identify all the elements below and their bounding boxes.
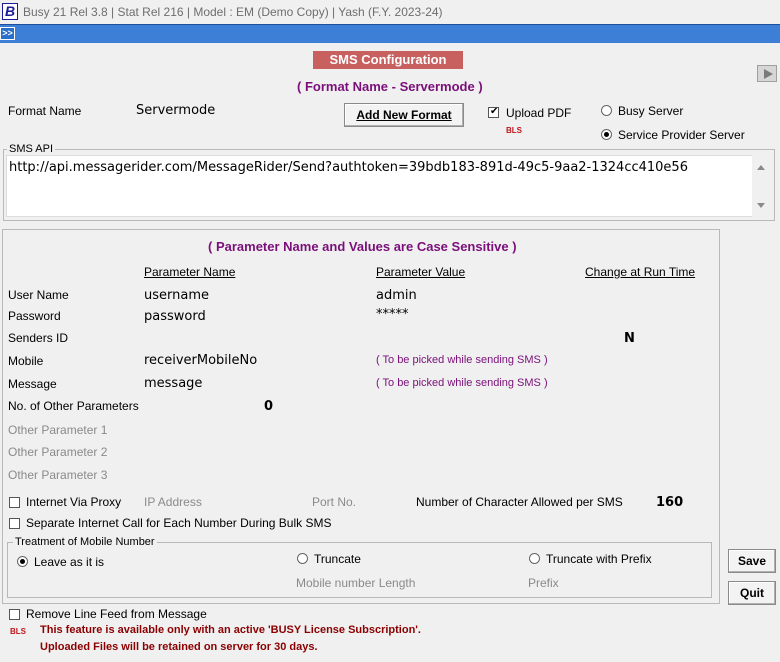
other-params-count-label: No. of Other Parameters	[8, 399, 139, 413]
mobile-length-label: Mobile number Length	[296, 576, 416, 590]
service-provider-radio[interactable]	[601, 129, 612, 140]
toolbar	[0, 24, 780, 43]
prefix-label: Prefix	[528, 576, 559, 590]
format-name-value: Servermode	[136, 103, 216, 118]
upload-pdf-checkbox[interactable]	[488, 106, 499, 118]
expand-button[interactable]: >>	[0, 27, 15, 40]
param-label-message: Message	[8, 377, 57, 391]
save-button[interactable]: Save	[728, 549, 776, 573]
truncate-label: Truncate	[314, 552, 361, 566]
footer-bls-badge: BLS	[10, 627, 26, 636]
other-params-count-value[interactable]: 0	[264, 399, 273, 414]
quit-button[interactable]: Quit	[728, 581, 776, 605]
param-note-mobile: ( To be picked while sending SMS )	[376, 354, 548, 366]
remove-linefeed-checkbox[interactable]	[9, 609, 20, 620]
service-provider-label: Service Provider Server	[618, 128, 745, 142]
play-icon[interactable]	[757, 65, 777, 82]
add-new-format-label: Add New Format	[356, 108, 452, 122]
truncate-radio[interactable]	[297, 553, 308, 564]
upload-pdf-label: Upload PDF	[506, 106, 572, 120]
busy-server-radio[interactable]	[601, 105, 612, 116]
separate-call-checkbox[interactable]	[9, 518, 20, 529]
param-label-password: Password	[8, 309, 61, 323]
chars-allowed-label: Number of Character Allowed per SMS	[416, 495, 623, 509]
col-parameter-name: Parameter Name	[144, 265, 236, 279]
parameters-caption: ( Parameter Name and Values are Case Sen…	[208, 239, 517, 254]
other-parameter-3-label: Other Parameter 3	[8, 468, 108, 482]
upload-pdf-bls-badge: BLS	[506, 126, 522, 135]
param-name-mobile[interactable]: receiverMobileNo	[144, 353, 257, 368]
format-caption: ( Format Name - Servermode )	[297, 79, 483, 94]
param-name-username[interactable]: username	[144, 288, 209, 303]
col-parameter-value: Parameter Value	[376, 265, 466, 279]
param-name-password[interactable]: password	[144, 309, 206, 324]
param-label-senders-id: Senders ID	[8, 331, 69, 345]
senders-id-runtime-flag[interactable]: N	[624, 331, 635, 346]
param-label-mobile: Mobile	[8, 354, 44, 368]
param-value-password[interactable]: *****	[376, 307, 409, 322]
ip-address-label: IP Address	[144, 495, 202, 509]
sms-api-url-field[interactable]: http://api.messagerider.com/MessageRider…	[6, 155, 754, 217]
format-name-label: Format Name	[8, 104, 82, 118]
truncate-prefix-label: Truncate with Prefix	[546, 552, 652, 566]
param-note-message: ( To be picked while sending SMS )	[376, 377, 548, 389]
other-parameter-2-label: Other Parameter 2	[8, 445, 108, 459]
remove-linefeed-label: Remove Line Feed from Message	[26, 607, 207, 621]
scroll-down-icon[interactable]	[757, 203, 765, 208]
truncate-prefix-radio[interactable]	[529, 553, 540, 564]
sms-api-scrollbar[interactable]	[752, 155, 770, 217]
internet-proxy-label: Internet Via Proxy	[26, 495, 122, 509]
param-value-username[interactable]: admin	[376, 288, 417, 303]
param-label-username: User Name	[8, 288, 69, 302]
mobile-treatment-group-label: Treatment of Mobile Number	[13, 536, 157, 548]
license-notice: This feature is available only with an a…	[40, 624, 421, 636]
busy-server-label: Busy Server	[618, 104, 684, 118]
leave-as-is-label: Leave as it is	[34, 555, 105, 569]
retention-notice: Uploaded Files will be retained on serve…	[40, 641, 318, 653]
sms-api-url-text: http://api.messagerider.com/MessageRider…	[9, 160, 688, 175]
page-title: SMS Configuration	[313, 51, 463, 69]
sms-api-group-label: SMS API	[7, 143, 56, 155]
col-change-runtime: Change at Run Time	[585, 265, 696, 279]
app-logo: B	[2, 3, 18, 20]
add-new-format-button[interactable]: Add New Format	[344, 103, 464, 127]
port-no-label: Port No.	[312, 495, 357, 509]
internet-proxy-checkbox[interactable]	[9, 497, 20, 508]
leave-as-is-radio[interactable]	[17, 556, 28, 567]
chars-allowed-value[interactable]: 160	[656, 495, 683, 510]
separate-call-label: Separate Internet Call for Each Number D…	[26, 516, 332, 530]
other-parameter-1-label: Other Parameter 1	[8, 423, 108, 437]
scroll-up-icon[interactable]	[757, 165, 765, 170]
window-title: Busy 21 Rel 3.8 | Stat Rel 216 | Model :…	[23, 5, 443, 19]
param-name-message[interactable]: message	[144, 376, 202, 391]
